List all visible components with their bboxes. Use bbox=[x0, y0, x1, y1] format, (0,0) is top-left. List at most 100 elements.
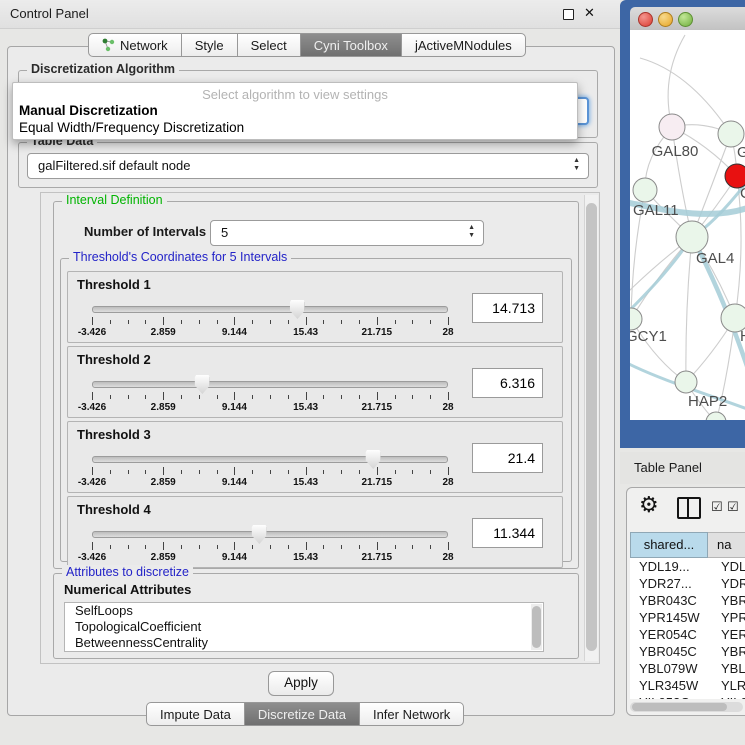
slider-scale: -3.426 2.859 9.144 15.43 21.715 28 bbox=[92, 552, 448, 564]
column-header-name[interactable]: na bbox=[708, 532, 745, 558]
table-row[interactable]: YIL052CYIL0 bbox=[630, 694, 745, 699]
scale-label: -3.426 bbox=[78, 552, 106, 563]
table-row[interactable]: YBR045CYBR0 bbox=[630, 643, 745, 660]
tab-style[interactable]: Style bbox=[181, 33, 238, 57]
float-window-icon[interactable] bbox=[563, 9, 574, 20]
zoom-traffic-light-icon[interactable] bbox=[678, 12, 693, 27]
scrollbar-thumb[interactable] bbox=[632, 703, 727, 711]
table-row[interactable]: YPR145WYPR1 bbox=[630, 609, 745, 626]
settings-scroll-pane: Interval Definition Number of Intervals … bbox=[40, 192, 600, 664]
node-gal11[interactable] bbox=[633, 178, 657, 202]
node-label: G bbox=[737, 144, 745, 161]
close-traffic-light-icon[interactable] bbox=[638, 12, 653, 27]
list-item[interactable]: TopologicalCoefficient bbox=[65, 619, 543, 635]
node-hap2[interactable] bbox=[675, 371, 697, 393]
num-intervals-combo[interactable]: 5 ▲▼ bbox=[210, 220, 484, 246]
checkbox-icon[interactable]: ☑ bbox=[727, 499, 739, 515]
scrollbar-thumb[interactable] bbox=[586, 203, 597, 651]
vertical-scrollbar[interactable] bbox=[584, 195, 598, 661]
table-panel-title: Table Panel bbox=[634, 460, 702, 475]
table-data-combo[interactable]: galFiltered.sif default node ▲▼ bbox=[27, 153, 589, 179]
node-label: H bbox=[740, 328, 745, 345]
slider-ticks bbox=[92, 467, 448, 475]
group-title: Threshold's Coordinates for 5 Intervals bbox=[69, 250, 291, 264]
slider-scale: -3.426 2.859 9.144 15.43 21.715 28 bbox=[92, 402, 448, 414]
threshold-2-value-field[interactable]: 6.316 bbox=[472, 368, 543, 398]
minimize-traffic-light-icon[interactable] bbox=[658, 12, 673, 27]
cell-name: YIL0 bbox=[717, 694, 745, 699]
slider-track[interactable] bbox=[92, 456, 448, 463]
cell-name: YDL1 bbox=[717, 558, 745, 575]
threshold-1-slider[interactable]: -3.426 2.859 9.144 15.43 21.715 28 bbox=[92, 303, 448, 339]
tab-impute-data[interactable]: Impute Data bbox=[146, 702, 245, 726]
tab-label: Infer Network bbox=[373, 707, 450, 722]
list-item[interactable]: BetweennessCentrality bbox=[65, 635, 543, 651]
threshold-3-value-field[interactable]: 21.4 bbox=[472, 443, 543, 473]
scale-label: 21.715 bbox=[362, 552, 393, 563]
scrollbar-thumb[interactable] bbox=[532, 606, 541, 648]
node-gal4[interactable] bbox=[676, 221, 708, 253]
threshold-3-panel: Threshold 3 -3.426 2.859 9.144 15.43 bbox=[67, 421, 563, 493]
tab-discretize-data[interactable]: Discretize Data bbox=[244, 702, 360, 726]
table-row[interactable]: YDL19...YDL1 bbox=[630, 558, 745, 575]
bottom-tab-bar: Impute Data Discretize Data Infer Networ… bbox=[146, 702, 464, 726]
dropdown-option-manual[interactable]: Manual Discretization bbox=[19, 103, 158, 118]
control-panel-titlebar: Control Panel ✕ bbox=[0, 0, 620, 29]
cell-name: YLR3 bbox=[717, 677, 745, 694]
cell-name: YPR1 bbox=[717, 609, 745, 626]
table-row[interactable]: YDR27...YDR2 bbox=[630, 575, 745, 592]
tab-infer-network[interactable]: Infer Network bbox=[359, 702, 464, 726]
threshold-4-value-field[interactable]: 11.344 bbox=[472, 518, 543, 548]
scale-label: 28 bbox=[442, 477, 453, 488]
slider-track[interactable] bbox=[92, 381, 448, 388]
node-partial[interactable] bbox=[706, 412, 726, 420]
tab-label: Discretize Data bbox=[258, 707, 346, 722]
scale-label: 28 bbox=[442, 402, 453, 413]
network-canvas[interactable]: GAL80 G C GAL11 GAL4 GCY1 H HAP2 bbox=[630, 30, 745, 420]
threshold-1-value-field[interactable]: 14.713 bbox=[472, 293, 543, 323]
dropdown-option-equal-width[interactable]: Equal Width/Frequency Discretization bbox=[19, 120, 244, 135]
table-row[interactable]: YBR043CYBR0 bbox=[630, 592, 745, 609]
scale-label: 2.859 bbox=[151, 327, 176, 338]
apply-button[interactable]: Apply bbox=[268, 671, 334, 696]
threshold-4-panel: Threshold 4 -3.426 2.859 9.144 15.43 bbox=[67, 496, 563, 568]
table-row[interactable]: YBL079WYBL0 bbox=[630, 660, 745, 677]
node-gal80[interactable] bbox=[659, 114, 685, 140]
threshold-4-slider[interactable]: -3.426 2.859 9.144 15.43 21.715 28 bbox=[92, 528, 448, 564]
split-columns-icon[interactable] bbox=[677, 497, 701, 519]
cell-shared-name: YDR27... bbox=[630, 575, 717, 592]
cell-name: YBR0 bbox=[717, 592, 745, 609]
slider-track[interactable] bbox=[92, 306, 448, 313]
threshold-3-slider[interactable]: -3.426 2.859 9.144 15.43 21.715 28 bbox=[92, 453, 448, 489]
tab-select[interactable]: Select bbox=[237, 33, 301, 57]
threshold-2-panel: Threshold 2 -3.426 2.859 9.144 15.43 bbox=[67, 346, 563, 418]
attributes-group: Attributes to discretize Numerical Attri… bbox=[53, 573, 579, 659]
list-item[interactable]: SelfLoops bbox=[65, 603, 543, 619]
slider-ticks bbox=[92, 392, 448, 400]
tab-network[interactable]: Network bbox=[88, 33, 182, 57]
slider-track[interactable] bbox=[92, 531, 448, 538]
checkbox-icon[interactable]: ☑ bbox=[711, 499, 723, 515]
tab-label: Network bbox=[120, 38, 168, 53]
close-icon[interactable]: ✕ bbox=[584, 5, 595, 21]
scale-label: 9.144 bbox=[222, 327, 247, 338]
gear-icon[interactable]: ⚙ bbox=[639, 492, 659, 518]
scale-label: 21.715 bbox=[362, 327, 393, 338]
node-gcy1[interactable] bbox=[630, 308, 642, 330]
horizontal-scrollbar[interactable] bbox=[630, 702, 743, 712]
scale-label: 15.43 bbox=[293, 327, 318, 338]
tab-jactivemnodules[interactable]: jActiveMNodules bbox=[401, 33, 526, 57]
group-title: Attributes to discretize bbox=[62, 565, 193, 579]
node-label: GAL11 bbox=[633, 202, 679, 219]
scale-label: 9.144 bbox=[222, 477, 247, 488]
tab-cyni-toolbox[interactable]: Cyni Toolbox bbox=[300, 33, 402, 57]
threshold-2-slider[interactable]: -3.426 2.859 9.144 15.43 21.715 28 bbox=[92, 378, 448, 414]
list-scrollbar[interactable] bbox=[531, 604, 542, 650]
combo-arrows-icon: ▲▼ bbox=[468, 224, 475, 240]
cell-shared-name: YPR145W bbox=[630, 609, 717, 626]
table-row[interactable]: YLR345WYLR3 bbox=[630, 677, 745, 694]
table-row[interactable]: YER054CYER0 bbox=[630, 626, 745, 643]
column-header-shared-name[interactable]: shared... bbox=[630, 532, 708, 558]
panel-title: Control Panel bbox=[10, 6, 89, 21]
slider-ticks bbox=[92, 542, 448, 550]
